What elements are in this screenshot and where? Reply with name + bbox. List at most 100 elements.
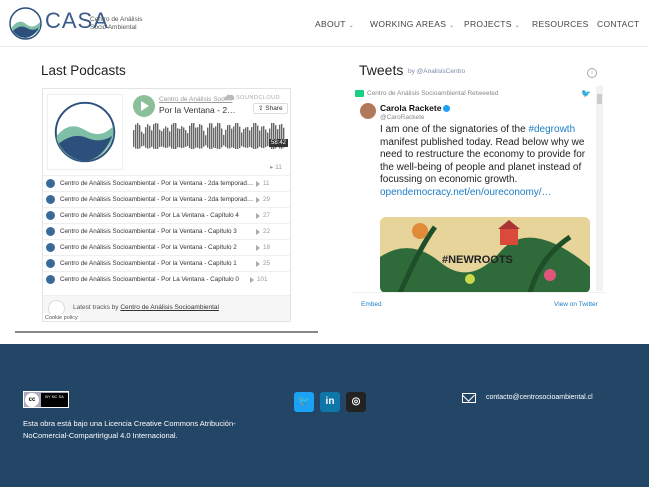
cookie-policy-link[interactable]: Cookie policy bbox=[43, 314, 80, 321]
track-thumbnail bbox=[46, 211, 55, 220]
waveform-bar bbox=[223, 134, 225, 146]
waveform-bar bbox=[227, 125, 229, 149]
sc-artist-link[interactable]: Centro de Análisis Soci… bbox=[159, 96, 232, 103]
twitter-bird-icon[interactable]: 🐦 bbox=[581, 89, 591, 98]
site-footer: cc BY NC SA Esta obra está bajo una Lice… bbox=[0, 344, 649, 487]
play-button[interactable] bbox=[133, 95, 155, 117]
play-icon bbox=[256, 197, 260, 203]
contact-email[interactable]: contacto@centrosocioambiental.cl bbox=[486, 394, 593, 401]
nav-projects-label: PROJECTS bbox=[464, 19, 512, 29]
avatar[interactable] bbox=[360, 103, 376, 119]
tweet-image-illustration: #NEWROOTS bbox=[380, 217, 590, 293]
track-thumbnail bbox=[46, 243, 55, 252]
twitter-glyph: 🐦 bbox=[297, 396, 311, 407]
tweet-handle[interactable]: @CaroRackete bbox=[380, 114, 425, 121]
waveform-bar bbox=[185, 130, 187, 147]
waveform-bar bbox=[177, 128, 179, 148]
share-button[interactable]: ⇪ Share bbox=[253, 103, 288, 114]
info-icon[interactable]: i bbox=[587, 68, 597, 78]
waveform-bar bbox=[181, 126, 183, 149]
tweets-by-link[interactable]: by @AnalisisCentro bbox=[408, 68, 465, 75]
waveform-bar bbox=[239, 126, 241, 148]
waveform-bar bbox=[243, 128, 245, 148]
waveform-bar bbox=[265, 129, 267, 148]
waveform[interactable] bbox=[133, 123, 286, 153]
tweet-text: I am one of the signatories of the #degr… bbox=[380, 124, 594, 199]
waveform-bar bbox=[231, 128, 233, 148]
waveform-bar bbox=[159, 129, 161, 147]
mail-icon[interactable] bbox=[462, 393, 476, 403]
tweet-image[interactable]: #NEWROOTS bbox=[380, 217, 590, 293]
sc-track-title[interactable]: Por la Ventana - 2… bbox=[159, 105, 236, 115]
play-icon bbox=[256, 181, 260, 187]
waveform-bar bbox=[165, 126, 167, 148]
waveform-bar bbox=[229, 124, 231, 149]
track-row[interactable]: Centro de Análisis Socioambiental - Por … bbox=[43, 175, 290, 191]
track-name: Centro de Análisis Socioambiental - Por … bbox=[60, 260, 237, 267]
tweet-author[interactable]: Carola Rackete bbox=[380, 103, 451, 113]
track-list: Centro de Análisis Socioambiental - Por … bbox=[43, 175, 290, 287]
waveform-bar bbox=[147, 124, 149, 149]
soundcloud-icon bbox=[223, 94, 235, 100]
cc-badge-bottom bbox=[41, 401, 68, 407]
track-thumbnail bbox=[46, 275, 55, 284]
track-thumbnail bbox=[46, 179, 55, 188]
podcast-artwork[interactable] bbox=[47, 94, 123, 170]
retweet-line[interactable]: Centro de Análisis Socioambiental Retwee… bbox=[367, 90, 499, 97]
waveform-bar bbox=[199, 124, 201, 149]
nav-working-areas[interactable]: WORKING AREAS ⌄ bbox=[370, 19, 455, 29]
logo-subtitle: Centro de Análisis Socio Ambiental bbox=[90, 16, 143, 31]
podcasts-title: Last Podcasts bbox=[41, 63, 126, 78]
instagram-icon[interactable]: ◎ bbox=[346, 392, 366, 412]
nav-contact[interactable]: CONTACT bbox=[597, 19, 640, 29]
waveform-bar bbox=[255, 123, 257, 149]
linkedin-glyph: in bbox=[325, 396, 335, 407]
nav-resources[interactable]: RESOURCES bbox=[532, 19, 589, 29]
latest-tracks-prefix: Latest tracks by bbox=[73, 304, 119, 311]
hashtag-link[interactable]: #degrowth bbox=[528, 124, 575, 135]
track-row[interactable]: Centro de Análisis Socioambiental - Por … bbox=[43, 271, 290, 287]
track-row[interactable]: Centro de Análisis Socioambiental - Por … bbox=[43, 207, 290, 223]
track-row[interactable]: Centro de Análisis Socioambiental - Por … bbox=[43, 223, 290, 239]
waveform-bar bbox=[167, 127, 169, 148]
track-count: 25 bbox=[263, 260, 271, 267]
scrollbar[interactable] bbox=[596, 86, 603, 291]
waveform-bar bbox=[179, 128, 181, 148]
track-thumbnail bbox=[46, 259, 55, 268]
view-on-twitter-link[interactable]: View on Twitter bbox=[554, 301, 598, 308]
soundcloud-brand[interactable]: SOUNDCLOUD bbox=[236, 95, 280, 101]
waveform-bar bbox=[257, 125, 259, 149]
waveform-bar bbox=[261, 126, 263, 148]
nav-projects[interactable]: PROJECTS ⌄ bbox=[464, 19, 520, 29]
track-count: 29 bbox=[263, 196, 271, 203]
waveform-bar bbox=[225, 129, 227, 147]
scrollbar-thumb[interactable] bbox=[597, 94, 602, 104]
retweet-icon bbox=[355, 90, 364, 97]
channel-link[interactable]: Centro de Análisis Socioambiental bbox=[120, 304, 219, 311]
tweet-link[interactable]: opendemocracy.net/en/oureconomy/… bbox=[380, 187, 552, 198]
track-thumbnail bbox=[46, 227, 55, 236]
linkedin-icon[interactable]: in bbox=[320, 392, 340, 412]
casa-logo-icon[interactable] bbox=[9, 7, 42, 40]
waveform-bar bbox=[197, 127, 199, 148]
twitter-icon[interactable]: 🐦 bbox=[294, 392, 314, 412]
creative-commons-badge[interactable]: cc BY NC SA bbox=[23, 391, 69, 408]
track-row[interactable]: Centro de Análisis Socioambiental - Por … bbox=[43, 191, 290, 207]
nav-about[interactable]: ABOUT ⌄ bbox=[315, 19, 354, 29]
section-divider bbox=[15, 331, 318, 333]
waveform-bar bbox=[175, 123, 177, 149]
waveform-bar bbox=[161, 131, 163, 147]
track-name: Centro de Análisis Socioambiental - Por … bbox=[60, 244, 237, 251]
track-row[interactable]: Centro de Análisis Socioambiental - Por … bbox=[43, 255, 290, 271]
embed-link[interactable]: Embed bbox=[361, 301, 382, 308]
timeline-footer: Embed View on Twitter bbox=[352, 292, 605, 314]
waveform-bar bbox=[245, 127, 247, 148]
tweet-image-text: #NEWROOTS bbox=[442, 254, 513, 266]
waveform-bar bbox=[193, 123, 195, 149]
waveform-bar bbox=[237, 123, 239, 149]
track-count: 11 bbox=[263, 180, 270, 187]
waveform-bar bbox=[235, 123, 237, 149]
track-row[interactable]: Centro de Análisis Socioambiental - Por … bbox=[43, 239, 290, 255]
share-label: Share bbox=[265, 105, 283, 112]
waveform-bar bbox=[189, 125, 191, 149]
